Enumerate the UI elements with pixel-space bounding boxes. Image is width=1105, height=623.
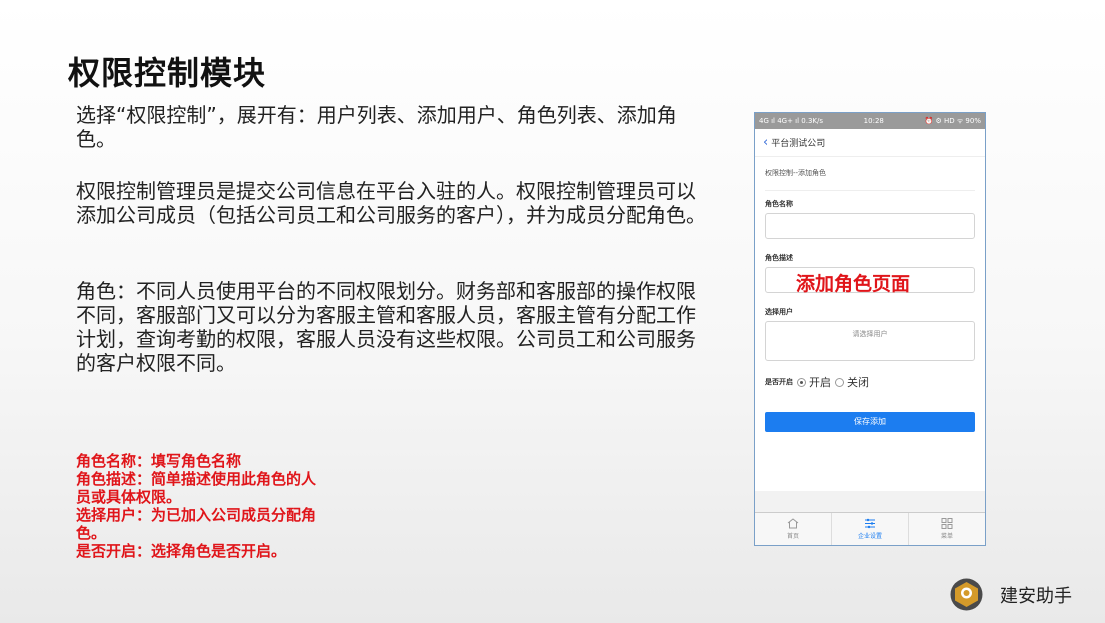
brand: 建安助手 — [950, 578, 1072, 611]
enable-label: 是否开启 — [765, 378, 793, 386]
role-desc-input[interactable]: 添加角色页面 — [765, 267, 975, 295]
note-select-user: 选择用户：为已加入公司成员分配角色。 — [76, 506, 317, 542]
tab-enterprise-settings[interactable]: 企业设置 — [832, 513, 909, 545]
field-notes: 角色名称：填写角色名称 角色描述：简单描述使用此角色的人员或具体权限。 选择用户… — [76, 452, 316, 560]
intro-paragraph: 选择“权限控制”，展开有：用户列表、添加用户、角色列表、添加角色。 — [76, 103, 677, 151]
role-paragraph: 角色：不同人员使用平台的不同权限划分。财务部和客服部的操作权限不同，客服部门又可… — [76, 279, 696, 375]
status-signal: 4G ıl 4G+ ıl 0.3K/s — [759, 117, 824, 125]
enable-on-radio[interactable] — [797, 377, 806, 387]
role-name-input[interactable] — [765, 213, 975, 239]
settings-sliders-icon — [865, 518, 875, 529]
status-bar: 4G ıl 4G+ ıl 0.3K/s 10:28 ⏰ ⚙ HD ᯤ 90% — [755, 113, 985, 129]
enable-off-label[interactable]: 关闭 — [847, 374, 869, 390]
tab-menu[interactable]: 菜单 — [909, 513, 985, 545]
tab-home[interactable]: 首页 — [755, 513, 832, 545]
tab-home-label: 首页 — [786, 533, 799, 540]
tab-bar: 首页 企业设置 菜单 — [755, 512, 985, 545]
admin-paragraph: 权限控制管理员是提交公司信息在平台入驻的人。权限控制管理员可以添加公司成员（包括… — [76, 179, 706, 227]
breadcrumb: 权限控制--添加角色 — [765, 157, 975, 191]
save-add-button[interactable]: 保存添加 — [765, 412, 975, 432]
select-user-label: 选择用户 — [765, 308, 793, 316]
brand-logo-icon — [950, 578, 983, 611]
status-time: 10:28 — [863, 117, 884, 125]
home-icon — [787, 518, 799, 529]
nav-bar: ‹ 平台测试公司 — [755, 129, 985, 157]
role-name-label: 角色名称 — [765, 200, 793, 208]
nav-title: 平台测试公司 — [771, 139, 826, 149]
select-user-placeholder: 请选择用户 — [852, 330, 888, 338]
note-role-desc: 角色描述：简单描述使用此角色的人员或具体权限。 — [76, 470, 317, 506]
brand-name: 建安助手 — [1000, 585, 1072, 607]
form-content: 权限控制--添加角色 角色名称 角色描述 添加角色页面 选择用户 请选择用户 是… — [755, 157, 985, 491]
note-role-name: 角色名称：填写角色名称 — [76, 452, 242, 470]
enable-row: 是否开启 开启 关闭 — [765, 374, 975, 390]
note-enable: 是否开启：选择角色是否开启。 — [76, 542, 287, 560]
page-caption-overlay: 添加角色页面 — [796, 273, 911, 295]
role-desc-label: 角色描述 — [765, 254, 793, 262]
phone-screenshot: 4G ıl 4G+ ıl 0.3K/s 10:28 ⏰ ⚙ HD ᯤ 90% ‹… — [754, 112, 986, 546]
tab-enterprise-label: 企业设置 — [857, 533, 882, 540]
back-chevron-icon[interactable]: ‹ — [763, 135, 768, 150]
status-battery: ⏰ ⚙ HD ᯤ 90% — [924, 116, 982, 125]
page-title: 权限控制模块 — [68, 54, 267, 92]
enable-on-label[interactable]: 开启 — [809, 374, 831, 390]
select-user-field[interactable]: 请选择用户 — [765, 321, 975, 361]
tab-menu-label: 菜单 — [940, 533, 953, 540]
enable-off-radio[interactable] — [835, 377, 844, 387]
grid-menu-icon — [941, 518, 953, 529]
